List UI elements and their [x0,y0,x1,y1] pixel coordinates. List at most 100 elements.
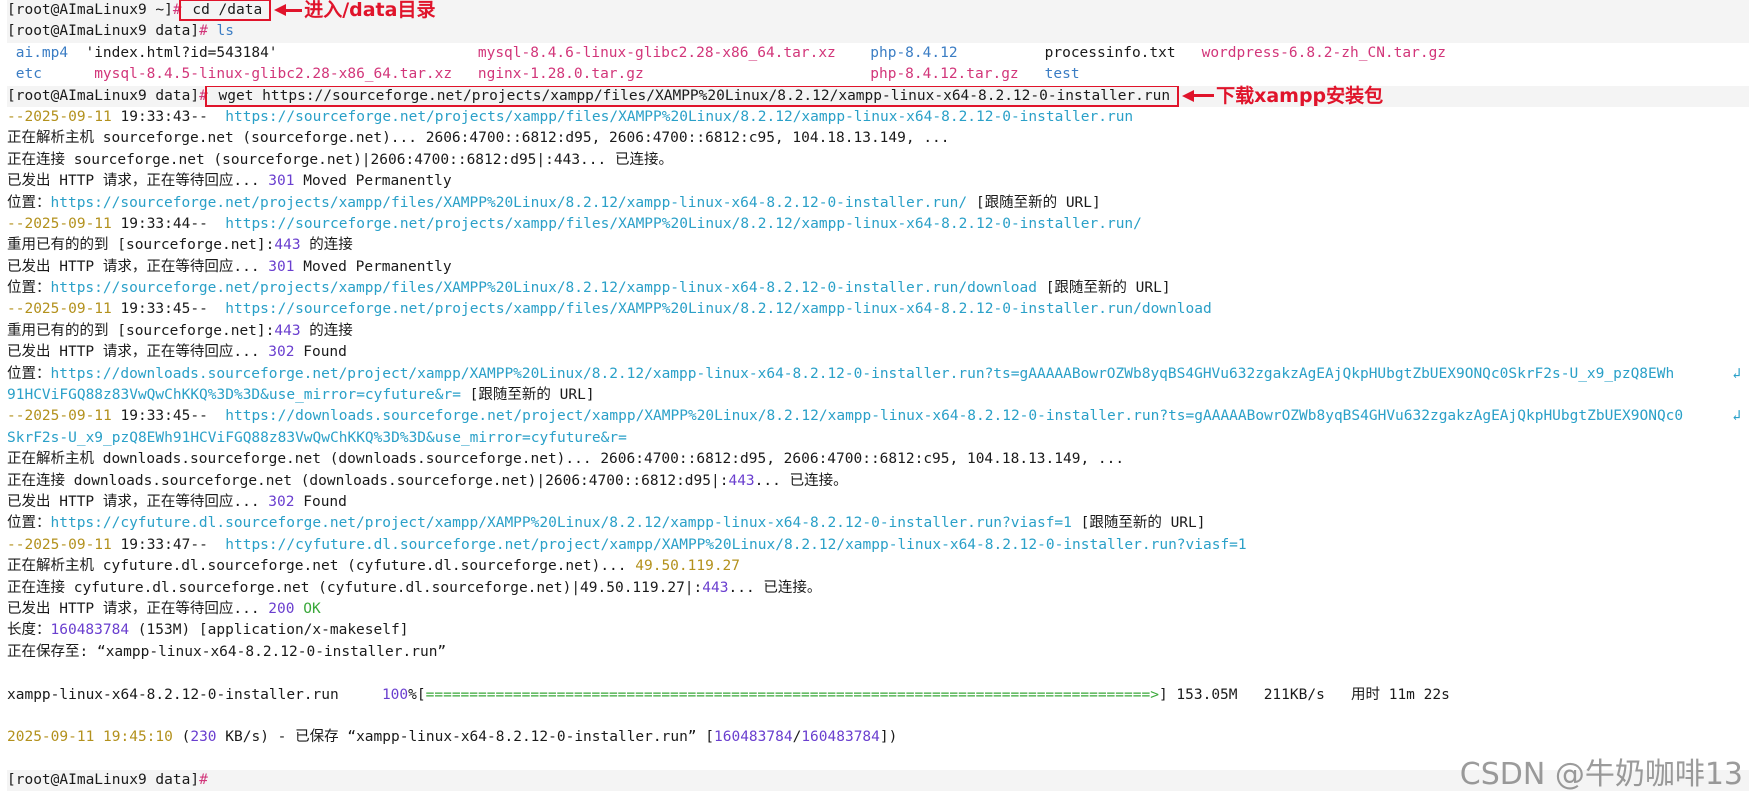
terminal-text: 正在连接 downloads.sourceforge.net (download… [7,472,729,489]
terminal-text: [root@AImaLinux9 data] [7,87,200,104]
terminal-text: Found [294,493,347,510]
terminal-text: 160483784 [801,729,880,746]
command-cd: cd /data [178,0,272,21]
terminal-line: 2025-09-11 19:45:10 (230 KB/s) - 已保存 “xa… [7,727,1749,748]
terminal-text: # [199,23,208,40]
terminal-text: https://sourceforge.net/projects/xampp/f… [225,108,1134,125]
terminal-text: 重用已有的的到 [sourceforge.net]: [7,237,275,254]
terminal-line: 位置：https://sourceforge.net/projects/xamp… [7,193,1749,214]
terminal-text: 重用已有的的到 [sourceforge.net]: [7,322,275,339]
terminal-text: https://cyfuture.dl.sourceforge.net/proj… [225,536,1247,553]
terminal-text: 49.50.119.27 [635,558,741,575]
terminal-text: 已发出 HTTP 请求，正在等待回应... [7,344,269,361]
terminal-text: php-8.4.12 [870,44,958,61]
terminal-text: 已发出 HTTP 请求，正在等待回应... [7,258,269,275]
terminal-text: [跟随至新的 URL] [1071,515,1206,532]
terminal-text: ls [207,23,234,40]
terminal-line: etc mysql-8.4.5-linux-glibc2.28-x86_64.ta… [7,64,1749,85]
terminal-text: 长度： [7,622,51,639]
terminal-line: 正在连接 downloads.sourceforge.net (download… [7,471,1749,492]
terminal-output[interactable]: [root@AImaLinux9 ~]# cd /data [root@AImaL… [0,0,1749,799]
line-wrap-icon: ↲ [1732,365,1741,382]
terminal-text: https://cyfuture.dl.sourceforge.net/proj… [50,515,1072,532]
terminal-text: Moved Permanently [294,258,452,275]
terminal-line: 位置：https://downloads.sourceforge.net/pro… [7,364,1749,385]
terminal-text: 位置： [7,365,51,382]
terminal-text: mysql-8.4.6-linux-glibc2.28-x86_64.tar.x… [477,44,836,61]
terminal-text: ] 153.05M 211KB/s 用时 11m 22s [1158,686,1450,703]
terminal-text: 2025-09-11 19:45:10 [7,729,173,746]
terminal-text: 160483784 [50,622,130,639]
command-wget: wget https://sourceforge.net/projects/xa… [204,85,1180,107]
terminal-line: 正在解析主机 downloads.sourceforge.net (downlo… [7,449,1749,470]
terminal-text: ... 已连接。 [754,472,848,489]
terminal-text: 301 [268,173,295,190]
terminal-line: 正在解析主机 cyfuture.dl.sourceforge.net (cyfu… [7,556,1749,577]
terminal-text: --2025-09-11 [7,408,121,425]
terminal-text: --2025-09-11 [7,108,121,125]
terminal-line: --2025-09-11 19:33:43-- https://sourcefo… [7,107,1749,128]
terminal-text: 19:33:44-- [120,215,226,232]
terminal-text: 19:33:47-- [120,536,226,553]
arrow-line [1192,94,1215,98]
terminal-text: php-8.4.12.tar.gz [870,66,1019,83]
terminal-text: [root@AImaLinux9 ~] [7,2,173,18]
terminal-text: 443 [274,322,301,339]
terminal-line: 正在连接 cyfuture.dl.sourceforge.net (cyfutu… [7,578,1749,599]
terminal-text: # [199,772,208,789]
terminal-text: OK [294,600,321,617]
terminal-text: 91HCViFGQ88z83VwQwChKKQ%3D%3D&use_mirror… [7,387,461,404]
terminal-text: --2025-09-11 [7,215,121,232]
terminal-text: https://downloads.sourceforge.net/projec… [225,408,1684,425]
terminal-text: 位置： [7,515,51,532]
terminal-text: Found [294,344,347,361]
terminal-text: 301 [268,258,295,275]
terminal-line: --2025-09-11 19:33:45-- https://download… [7,406,1749,427]
terminal-text: 19:33:45-- [120,301,226,318]
terminal-text: [跟随至新的 URL] [1036,280,1171,297]
terminal-line: 已发出 HTTP 请求，正在等待回应... 302 Found [7,492,1749,513]
terminal-text: / [792,729,802,746]
terminal-text: 位置： [7,194,51,211]
terminal-text: # [172,2,182,18]
terminal-text: --2025-09-11 [7,536,121,553]
terminal-line: [root@AImaLinux9 ~]# cd /data [7,0,1749,22]
terminal-line: 重用已有的的到 [sourceforge.net]:443 的连接 [7,235,1749,256]
terminal-text: [root@AImaLinux9 data] [7,772,200,789]
terminal-text: 的连接 [300,237,353,254]
terminal-text: etc [7,66,42,83]
arrow-line [284,8,303,12]
terminal-text: ai.mp4 [7,44,69,61]
terminal-text: https://sourceforge.net/projects/xampp/f… [50,280,1037,297]
terminal-line: --2025-09-11 19:33:47-- https://cyfuture… [7,535,1749,556]
terminal-text: mysql-8.4.5-linux-glibc2.28-x86_64.tar.x… [94,66,453,83]
terminal-text: test [1044,66,1080,83]
terminal-text: ... 已连接。 [728,579,822,596]
terminal-line: 正在连接 sourceforge.net (sourceforge.net)|2… [7,150,1749,171]
terminal-text: 已发出 HTTP 请求，正在等待回应... [7,493,269,510]
terminal-text: 19:33:43-- [120,108,226,125]
terminal-text: 302 [268,344,295,361]
terminal-text: https://downloads.sourceforge.net/projec… [50,365,1675,382]
terminal-text: 正在连接 sourceforge.net (sourceforge.net)|2… [7,151,673,168]
terminal-text: nginx-1.28.0.tar.gz [477,66,644,83]
terminal-text: 19:33:45-- [120,408,226,425]
terminal-text: # [199,87,208,104]
terminal-text: https://sourceforge.net/projects/xampp/f… [225,215,1142,232]
terminal-text: 正在解析主机 sourceforge.net (sourceforge.net)… [7,130,426,147]
terminal-text: 已发出 HTTP 请求，正在等待回应... [7,173,269,190]
terminal-text: ]) [879,729,898,746]
terminal-line: [root@AImaLinux9 data]# ls [7,21,1749,43]
terminal-line: 正在保存至: “xampp-linux-x64-8.2.12-0-install… [7,642,1749,663]
terminal-line: 已发出 HTTP 请求，正在等待回应... 301 Moved Permanen… [7,257,1749,278]
terminal-text: [跟随至新的 URL] [967,194,1101,211]
terminal-text: 160483784 [714,729,793,746]
watermark: CSDN @牛奶咖啡13 [1459,757,1743,792]
line-wrap-icon: ↲ [1732,408,1741,425]
terminal-text: 2606:4700::6812:d95, 2606:4700::6812:c95… [425,130,950,147]
terminal-text: Moved Permanently [294,173,452,190]
terminal-text: KB/s) - 已保存 “xampp-linux-x64-8.2.12-0-in… [216,729,714,746]
terminal-text: 正在解析主机 downloads.sourceforge.net (downlo… [7,451,1125,468]
terminal-text: https://sourceforge.net/projects/xampp/f… [50,194,968,211]
